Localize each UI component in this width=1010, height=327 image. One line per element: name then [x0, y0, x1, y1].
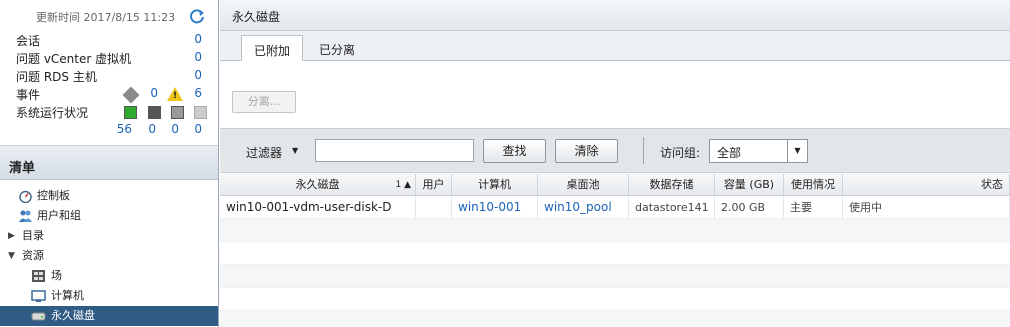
stat-label: 事件: [16, 88, 41, 102]
health-warning-icon: [171, 106, 184, 119]
left-panel: 更新时间 2017/8/15 11:23 会话 0 问题 vCenter 虚拟机…: [0, 0, 219, 327]
health-unknown-icon: [194, 106, 207, 119]
empty-row: [220, 311, 1010, 327]
stat-label: 问题 vCenter 虚拟机: [16, 52, 132, 66]
stat-row-vcenter-vms[interactable]: 问题 vCenter 虚拟机 0: [16, 50, 206, 67]
tab-attached[interactable]: 已附加: [241, 35, 304, 61]
page-title: 永久磁盘: [220, 0, 1010, 31]
stat-value[interactable]: 0: [182, 68, 202, 82]
stat-row-rds-hosts[interactable]: 问题 RDS 主机 0: [16, 68, 206, 85]
tab-detached[interactable]: 已分离: [307, 35, 367, 61]
access-group-label: 访问组:: [660, 146, 701, 160]
cell-datastore: datastore141: [629, 196, 715, 219]
filter-dropdown-icon[interactable]: ▼: [292, 146, 298, 155]
main-panel: 永久磁盘 已附加 已分离 分离... 过滤器 ▼ 查找 清除 访问组: 全部 ▼…: [220, 0, 1010, 327]
disk-icon: [31, 312, 46, 321]
cell-machine-link[interactable]: win10-001: [452, 196, 538, 219]
farm-icon: [32, 270, 45, 282]
table-row[interactable]: win10-001-vdm-user-disk-D win10-001 win1…: [220, 196, 1010, 219]
expand-icon[interactable]: ▶: [8, 226, 15, 246]
table-header: 永久磁盘 1 ▲ 用户 计算机 桌面池 数据存储 容量 (GB) 使用情况 状态: [220, 174, 1010, 196]
inventory-header: 清单: [0, 146, 218, 180]
refresh-icon[interactable]: [188, 7, 206, 25]
disk-table: 永久磁盘 1 ▲ 用户 计算机 桌面池 数据存储 容量 (GB) 使用情况 状态…: [220, 174, 1010, 327]
update-time: 更新时间 2017/8/15 11:23: [36, 11, 176, 24]
tree-item-label: 场: [51, 269, 62, 282]
health-count[interactable]: 56: [112, 122, 132, 136]
collapse-icon[interactable]: ▼: [8, 246, 15, 266]
stat-row-health: 系统运行状况: [16, 104, 207, 121]
health-counts: 56 0 0 0: [16, 122, 206, 139]
access-group-value: 全部: [717, 146, 742, 160]
stat-row-events: 事件 0 ! 6: [16, 86, 202, 104]
tree-item-dashboard[interactable]: 控制板: [0, 186, 218, 206]
stat-value[interactable]: 0: [182, 32, 202, 46]
filter-bar: 过滤器 ▼ 查找 清除 访问组: 全部 ▼: [220, 128, 1010, 173]
stat-value[interactable]: 0: [182, 50, 202, 64]
tree-item-directory[interactable]: ▶ 目录: [0, 226, 218, 246]
action-area: 分离...: [220, 61, 1010, 128]
system-summary: 更新时间 2017/8/15 11:23 会话 0 问题 vCenter 虚拟机…: [0, 0, 218, 146]
info-icon: [122, 86, 140, 104]
filter-separator: [643, 137, 644, 164]
machine-icon: [31, 290, 46, 302]
tab-strip: 已附加 已分离: [220, 31, 1010, 61]
health-count[interactable]: 0: [182, 122, 202, 136]
users-icon: [19, 210, 32, 222]
filter-label[interactable]: 过滤器: [246, 144, 282, 161]
clear-button[interactable]: 清除: [555, 139, 618, 163]
stat-row-sessions[interactable]: 会话 0: [16, 32, 206, 49]
tree-item-farms[interactable]: 场: [0, 266, 218, 286]
empty-row: [220, 242, 1010, 265]
tree-item-label: 控制板: [37, 189, 70, 202]
column-header-capacity[interactable]: 容量 (GB): [715, 174, 784, 196]
cell-user: [416, 196, 452, 219]
warning-count[interactable]: 6: [182, 86, 202, 100]
info-count[interactable]: 0: [138, 86, 158, 100]
cell-disk: win10-001-vdm-user-disk-D: [220, 196, 416, 219]
tree-item-label: 用户和组: [37, 209, 81, 222]
find-button[interactable]: 查找: [483, 139, 546, 163]
tree-item-resources[interactable]: ▼ 资源: [0, 246, 218, 266]
column-header-usage[interactable]: 使用情况: [784, 174, 843, 196]
health-count[interactable]: 0: [136, 122, 156, 136]
empty-row: [220, 219, 1010, 242]
sort-asc-icon: 1 ▲: [395, 180, 411, 190]
tree-item-label: 资源: [22, 249, 44, 262]
detach-button[interactable]: 分离...: [232, 91, 296, 113]
tree-item-label: 永久磁盘: [51, 309, 95, 322]
column-header-machine[interactable]: 计算机: [452, 174, 538, 196]
cell-usage: 主要: [784, 196, 843, 219]
chevron-down-icon[interactable]: ▼: [787, 140, 807, 162]
cell-pool-link[interactable]: win10_pool: [538, 196, 629, 219]
stat-label: 系统运行状况: [16, 106, 89, 120]
inventory-tree: 控制板 用户和组 ▶ 目录 ▼ 资源 场 计算机 永久磁盘: [0, 180, 218, 326]
health-ok-icon: [124, 106, 137, 119]
dashboard-icon: [19, 190, 32, 203]
cell-status: 使用中: [843, 196, 1010, 219]
column-header-user[interactable]: 用户: [416, 174, 452, 196]
tree-item-label: 目录: [22, 229, 44, 242]
column-header-datastore[interactable]: 数据存储: [629, 174, 715, 196]
cell-capacity: 2.00 GB: [715, 196, 784, 219]
column-header-pool[interactable]: 桌面池: [538, 174, 629, 196]
stat-label: 问题 RDS 主机: [16, 70, 97, 84]
empty-row: [220, 265, 1010, 288]
stat-label: 会话: [16, 34, 41, 48]
tree-item-label: 计算机: [51, 289, 84, 302]
tree-item-users[interactable]: 用户和组: [0, 206, 218, 226]
health-error-icon: [148, 106, 161, 119]
tree-item-persistent-disks[interactable]: 永久磁盘: [0, 306, 218, 326]
column-header-disk[interactable]: 永久磁盘 1 ▲: [220, 174, 416, 196]
health-count[interactable]: 0: [159, 122, 179, 136]
empty-row: [220, 288, 1010, 311]
filter-input[interactable]: [315, 139, 474, 162]
access-group-select[interactable]: 全部 ▼: [709, 139, 808, 163]
tree-item-machines[interactable]: 计算机: [0, 286, 218, 306]
column-header-status[interactable]: 状态: [843, 174, 1010, 196]
